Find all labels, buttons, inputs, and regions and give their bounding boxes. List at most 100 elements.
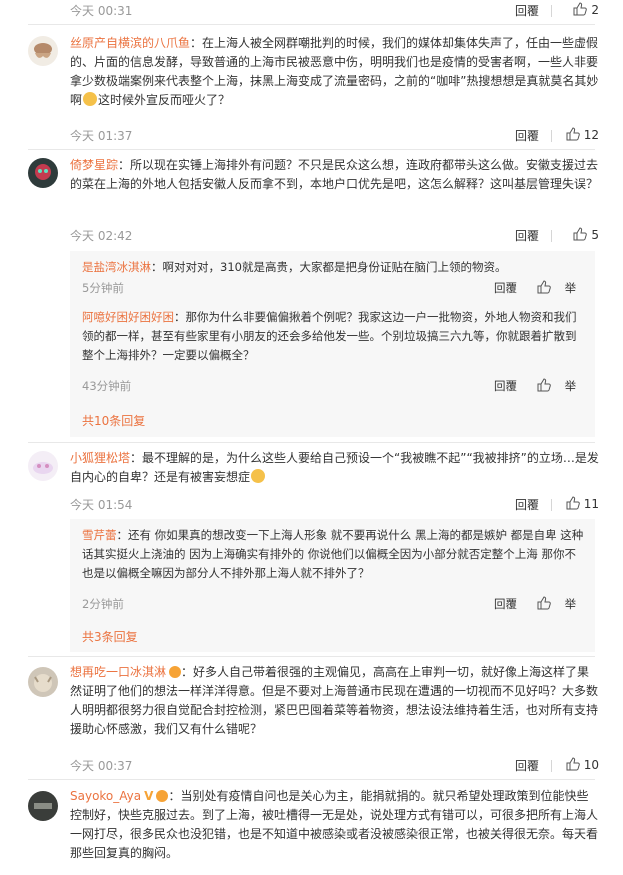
- comment-username[interactable]: 想再吃一口冰淇淋: [70, 665, 166, 679]
- like-count: 12: [583, 128, 599, 142]
- thumb-up-icon: [566, 496, 580, 510]
- reply-body: ：啊对对对，310就是高贵，大家都是把身份证贴在脑门上领的物资。: [151, 260, 507, 274]
- like-button[interactable]: 12: [549, 127, 599, 142]
- avatar[interactable]: [28, 667, 58, 697]
- comment-text: 想再吃一口冰淇淋 ：好多人自己带着很强的主观偏见，高高在上审判一切，就好像上海这样…: [70, 663, 599, 739]
- reply-username[interactable]: 是盐湾冰淇淋: [82, 260, 151, 274]
- comment-body-tail: 这时候外宣反而哑火了？: [98, 93, 231, 107]
- smiley-emoji: [251, 469, 266, 483]
- thumb-up-icon[interactable]: [537, 280, 551, 294]
- comment-username[interactable]: 倚梦星踪: [70, 158, 118, 172]
- comment-meta: 今天 01:54 回覆 11: [70, 496, 599, 514]
- avatar[interactable]: [28, 36, 58, 66]
- reply-button[interactable]: 回覆: [494, 596, 517, 612]
- avatar[interactable]: [28, 791, 58, 821]
- comment-username[interactable]: 丝原产自横滨的八爪鱼: [70, 36, 190, 50]
- divider: [28, 442, 595, 443]
- thumb-up-icon: [573, 2, 588, 16]
- avatar[interactable]: [28, 451, 58, 481]
- like-count: 5: [591, 228, 599, 242]
- comment-item: Sayoko_Aya V ：当别处有疫情自问也是关心为主，能捐就捐的。就只希望处理政…: [28, 787, 599, 875]
- reply-thread: 雪芹蕾：还有 你如果真的想改变一下上海人形象 就不要再说什么 黑上海的都是嫉妒 …: [70, 519, 595, 652]
- reply-body: ：还有 你如果真的想改变一下上海人形象 就不要再说什么 黑上海的都是嫉妒 都是自…: [82, 528, 584, 580]
- comment-item: 丝原产自横滨的八爪鱼：在上海人被全网群嘲批判的时候，我们的媒体却集体失声了，任由…: [28, 34, 599, 146]
- divider: [28, 24, 595, 25]
- more-replies-count: 共10: [82, 414, 110, 428]
- comment-body: ：最不理解的是，为什么这些人要给自己预设一个“我被瞧不起”“我被排挤”的立场…是…: [70, 451, 599, 484]
- reply-text: 阿噫好困好困好困：那你为什么非要偏偏揪着个例呢？我家这边一户一批物资，外地人物资…: [82, 308, 585, 365]
- reply-button[interactable]: 回覆: [515, 757, 539, 774]
- reply-text: 是盐湾冰淇淋：啊对对对，310就是高贵，大家都是把身份证贴在脑门上领的物资。: [82, 258, 585, 277]
- reply-meta: 5分钟前 回覆 举: [82, 280, 585, 298]
- reply-button[interactable]: 回覆: [515, 127, 539, 144]
- thumb-up-icon: [566, 757, 580, 771]
- reply-button[interactable]: 回覆: [515, 496, 539, 513]
- comment-meta: 今天 02:42 回覆 5: [70, 227, 599, 245]
- reply-time: 2分钟前: [82, 597, 124, 611]
- reply-meta: 2分钟前 回覆 举: [82, 596, 585, 614]
- comment-item: 今天 00:31 回覆 2: [28, 0, 599, 22]
- comment-time: 今天 01:54: [70, 498, 133, 512]
- reply-actions: 举: [537, 596, 585, 612]
- report-icon[interactable]: 举: [565, 281, 577, 295]
- comment-time: 今天 02:42: [70, 229, 133, 243]
- reply-meta: 43分钟前 回覆 举: [82, 378, 585, 396]
- more-replies-suffix: 条回复: [101, 630, 138, 644]
- comment-text: Sayoko_Aya V ：当别处有疫情自问也是关心为主，能捐就捐的。就只希望处理政…: [70, 787, 599, 863]
- like-count: 10: [583, 758, 599, 772]
- thumb-up-icon[interactable]: [537, 378, 551, 392]
- more-replies-link[interactable]: 共3条回复: [82, 628, 138, 645]
- divider: [28, 656, 595, 657]
- reply-username[interactable]: 阿噫好困好困好困: [82, 310, 174, 324]
- reply-actions: 举: [537, 378, 585, 394]
- comment-meta: 今天 00:31 回覆 2: [70, 2, 599, 20]
- more-replies-suffix: 条回复: [109, 414, 146, 428]
- comment-item: 小狐狸松塔：最不理解的是，为什么这些人要给自己预设一个“我被瞧不起”“我被排挤”…: [28, 449, 599, 515]
- octopus-avatar-icon: [34, 43, 52, 58]
- fire-badge-icon: [156, 790, 169, 802]
- photo-avatar-icon: [34, 803, 52, 809]
- comment-item: 想再吃一口冰淇淋 ：好多人自己带着很强的主观偏见，高高在上审判一切，就好像上海这样…: [28, 663, 599, 775]
- comment-item: 倚梦星踪：所以现在实锤上海排外有问题？不只是民众这么想，连政府都带头这么做。安徽…: [28, 156, 599, 246]
- report-icon[interactable]: 举: [565, 597, 577, 611]
- comment-username[interactable]: Sayoko_Aya: [70, 789, 141, 803]
- reply-button[interactable]: 回覆: [515, 2, 539, 19]
- thumb-up-icon: [573, 227, 588, 241]
- character-avatar-icon: [35, 164, 51, 180]
- like-button[interactable]: 2: [549, 2, 599, 17]
- like-button[interactable]: 10: [549, 757, 599, 772]
- avatar[interactable]: [28, 158, 58, 188]
- thumb-up-icon: [566, 127, 580, 141]
- comment-time: 今天 00:31: [70, 4, 133, 18]
- comment-text: 倚梦星踪：所以现在实锤上海排外有问题？不只是民众这么想，连政府都带头这么做。安徽…: [70, 156, 599, 194]
- comment-meta: 今天 00:37 回覆 10: [70, 757, 599, 775]
- like-button[interactable]: 5: [549, 227, 599, 242]
- report-icon[interactable]: 举: [565, 379, 577, 393]
- more-replies-link[interactable]: 共10条回复: [82, 412, 145, 429]
- vip-crown-icon: V: [144, 789, 154, 803]
- more-replies-count: 共3: [82, 630, 102, 644]
- reply-time: 5分钟前: [82, 281, 124, 295]
- reply-button[interactable]: 回覆: [515, 227, 539, 244]
- reply-button[interactable]: 回覆: [494, 378, 517, 394]
- thumb-up-icon[interactable]: [537, 596, 551, 610]
- reply-thread: 是盐湾冰淇淋：啊对对对，310就是高贵，大家都是把身份证贴在脑门上领的物资。 5…: [70, 251, 595, 437]
- comment-meta: 今天 01:37 回覆 12: [70, 127, 599, 145]
- fire-badge-icon: [169, 666, 182, 678]
- comment-text: 丝原产自横滨的八爪鱼：在上海人被全网群嘲批判的时候，我们的媒体却集体失声了，任由…: [70, 34, 599, 110]
- comment-body: ：所以现在实锤上海排外有问题？不只是民众这么想，连政府都带头这么做。安徽支援过去…: [70, 158, 599, 191]
- comment-time: 今天 00:37: [70, 759, 133, 773]
- like-count: 2: [591, 3, 599, 17]
- reply-button[interactable]: 回覆: [494, 280, 517, 296]
- reply-time: 43分钟前: [82, 379, 132, 393]
- divider: [28, 779, 595, 780]
- comment-feed: 今天 00:31 回覆 2 丝原产自横滨的八爪鱼：在上海人被全网群嘲批判的时候，…: [0, 0, 623, 875]
- reply-text: 雪芹蕾：还有 你如果真的想改变一下上海人形象 就不要再说什么 黑上海的都是嫉妒 …: [82, 526, 585, 583]
- divider: [28, 149, 595, 150]
- comment-username[interactable]: 小狐狸松塔: [70, 451, 130, 465]
- reply-username[interactable]: 雪芹蕾: [82, 528, 117, 542]
- comment-time: 今天 01:37: [70, 129, 133, 143]
- like-button[interactable]: 11: [549, 496, 599, 511]
- cat-avatar-icon: [34, 674, 52, 692]
- smiley-emoji: [83, 92, 98, 106]
